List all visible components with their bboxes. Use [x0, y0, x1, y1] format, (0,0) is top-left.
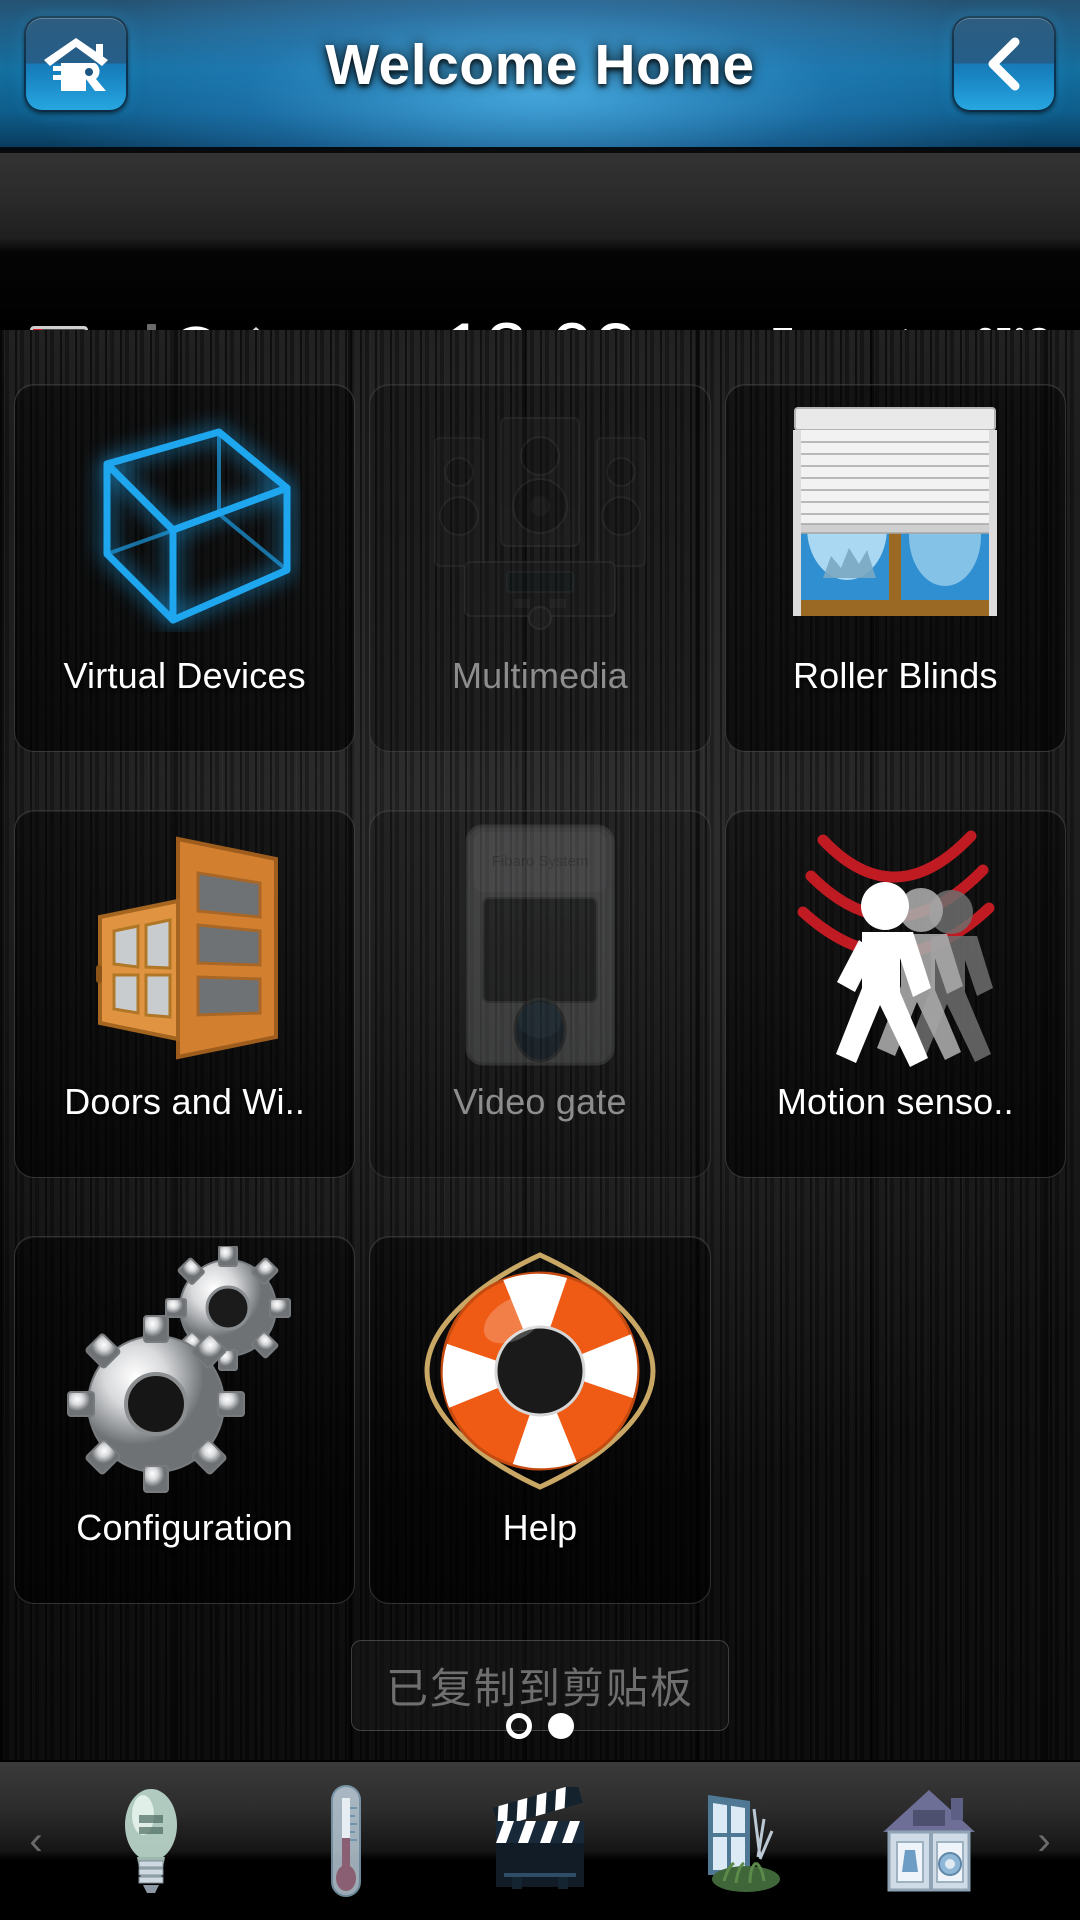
- bottom-nav-items: [54, 1781, 1026, 1901]
- page-title: Welcome Home: [325, 33, 755, 97]
- status-bar: 13:02 24.07.2014 Energy consumption: 0W …: [0, 153, 1080, 458]
- tile-roller-blinds[interactable]: Roller Blinds: [724, 384, 1066, 752]
- tile-doors-and-windows[interactable]: Doors and Wi..: [14, 810, 356, 1178]
- app-header: Welcome Home: [0, 0, 1080, 150]
- motion-sensor-icon: [726, 811, 1065, 1079]
- svg-text:Fibaro System: Fibaro System: [492, 853, 589, 870]
- back-button[interactable]: [952, 16, 1056, 112]
- chevron-left-icon[interactable]: ‹: [18, 1819, 54, 1864]
- wireframe-cube-icon: [15, 385, 354, 653]
- lifebuoy-icon: [370, 1237, 709, 1505]
- chevron-left-icon: [988, 37, 1020, 91]
- tile-multimedia[interactable]: Multimedia: [369, 384, 711, 752]
- tile-label: Video gate: [453, 1081, 627, 1122]
- speaker-system-icon: [370, 385, 709, 653]
- tile-label: Multimedia: [451, 655, 629, 696]
- tile-label: Doors and Wi..: [64, 1081, 306, 1122]
- house-appliances-icon[interactable]: [864, 1781, 994, 1901]
- tile-motion-sensor[interactable]: Motion senso..: [724, 810, 1066, 1178]
- page-dot-1[interactable]: [506, 1713, 532, 1739]
- tile-label: Virtual Devices: [63, 655, 306, 696]
- tile-grid: Virtual Devices Multimedia Roller Blinds…: [0, 330, 1080, 1760]
- door-window-icon: [15, 811, 354, 1079]
- page-dot-2[interactable]: [548, 1713, 574, 1739]
- tile-label: Help: [502, 1507, 578, 1548]
- tile-configuration[interactable]: Configuration: [14, 1236, 356, 1604]
- clapperboard-icon[interactable]: [475, 1781, 605, 1901]
- tile-virtual-devices[interactable]: Virtual Devices: [14, 384, 356, 752]
- tile-empty-slot: [725, 1236, 1066, 1604]
- thermometer-icon[interactable]: [281, 1781, 411, 1901]
- bottom-nav-bar: ‹ ›: [0, 1760, 1080, 1920]
- tile-label: Motion senso..: [776, 1081, 1014, 1122]
- window-garden-icon[interactable]: [669, 1781, 799, 1901]
- chevron-right-icon[interactable]: ›: [1026, 1819, 1062, 1864]
- lightbulb-icon[interactable]: [86, 1781, 216, 1901]
- intercom-icon: Fibaro System: [370, 811, 709, 1079]
- tile-video-gate[interactable]: Fibaro System Video gate: [369, 810, 711, 1178]
- page-indicator[interactable]: [0, 1713, 1080, 1739]
- gears-icon: [15, 1237, 354, 1505]
- tile-label: Configuration: [76, 1507, 294, 1548]
- app-screen: Welcome Home 13:02 24.07.2014: [0, 0, 1080, 1920]
- tile-label: Roller Blinds: [792, 655, 998, 696]
- window-blind-icon: [726, 385, 1065, 653]
- tile-help[interactable]: Help: [369, 1236, 711, 1604]
